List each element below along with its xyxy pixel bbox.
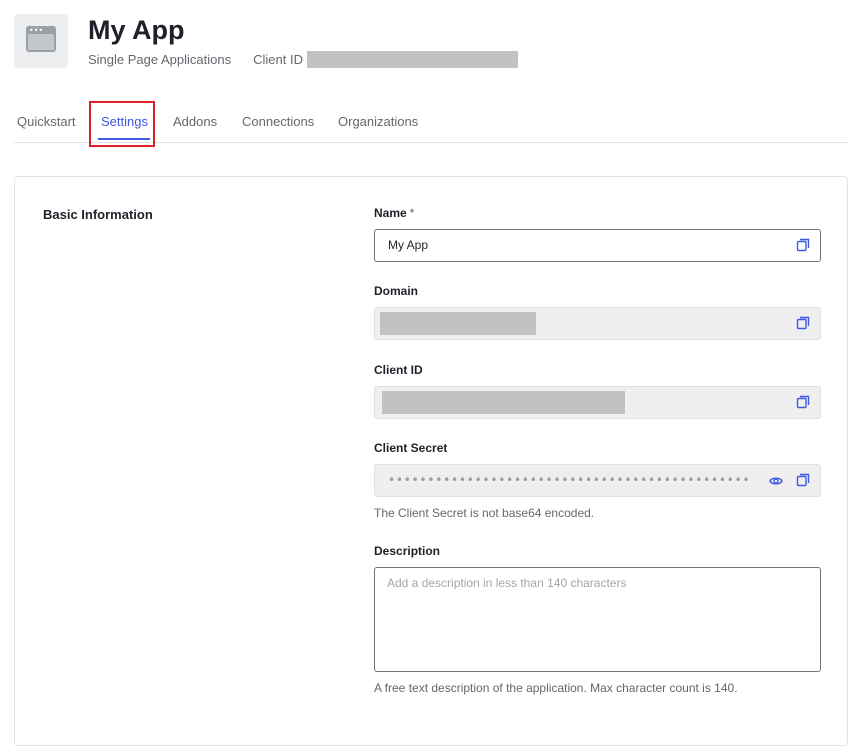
- section-title: Basic Information: [43, 207, 153, 222]
- client-secret-label: Client Secret: [374, 441, 448, 455]
- eye-icon[interactable]: [769, 474, 783, 488]
- app-header-text: My App Single Page Applications Client I…: [88, 14, 518, 68]
- tab-connections[interactable]: Connections: [242, 114, 314, 129]
- client-secret-mask: ••••••••••••••••••••••••••••••••••••••••…: [388, 473, 748, 487]
- description-label: Description: [374, 544, 441, 558]
- tab-organizations[interactable]: Organizations: [338, 114, 418, 129]
- copy-icon[interactable]: [796, 395, 810, 409]
- name-value: My App: [388, 238, 429, 252]
- client-id-redacted: [306, 51, 518, 68]
- description-helper: A free text description of the applicati…: [374, 681, 738, 695]
- copy-icon[interactable]: [796, 316, 810, 330]
- copy-icon[interactable]: [796, 473, 810, 487]
- client-id-field-label: Client ID: [374, 363, 423, 377]
- description-textarea[interactable]: [374, 567, 821, 672]
- app-title: My App: [88, 15, 185, 45]
- settings-card: Basic Information Name * My App Domain Cl…: [14, 176, 848, 746]
- tab-quickstart[interactable]: Quickstart: [17, 114, 76, 129]
- domain-field[interactable]: [374, 307, 821, 340]
- client-secret-field[interactable]: ••••••••••••••••••••••••••••••••••••••••…: [374, 464, 821, 497]
- tab-addons[interactable]: Addons: [173, 114, 217, 129]
- name-field[interactable]: My App: [374, 229, 821, 262]
- domain-redacted: [380, 312, 536, 335]
- client-id-label: Client ID: [253, 52, 303, 67]
- client-id-field[interactable]: [374, 386, 821, 419]
- copy-icon[interactable]: [796, 238, 810, 252]
- app-header: ••• My App Single Page Applications Clie…: [14, 14, 518, 68]
- name-label: Name *: [374, 206, 415, 220]
- settings-tab-highlight-box: [89, 101, 155, 147]
- client-secret-helper: The Client Secret is not base64 encoded.: [374, 506, 595, 520]
- app-meta: Single Page Applications Client ID: [88, 51, 518, 68]
- domain-label: Domain: [374, 284, 419, 298]
- app-type: Single Page Applications: [88, 52, 232, 67]
- client-id-field-redacted: [382, 391, 625, 414]
- application-icon: •••: [14, 14, 68, 68]
